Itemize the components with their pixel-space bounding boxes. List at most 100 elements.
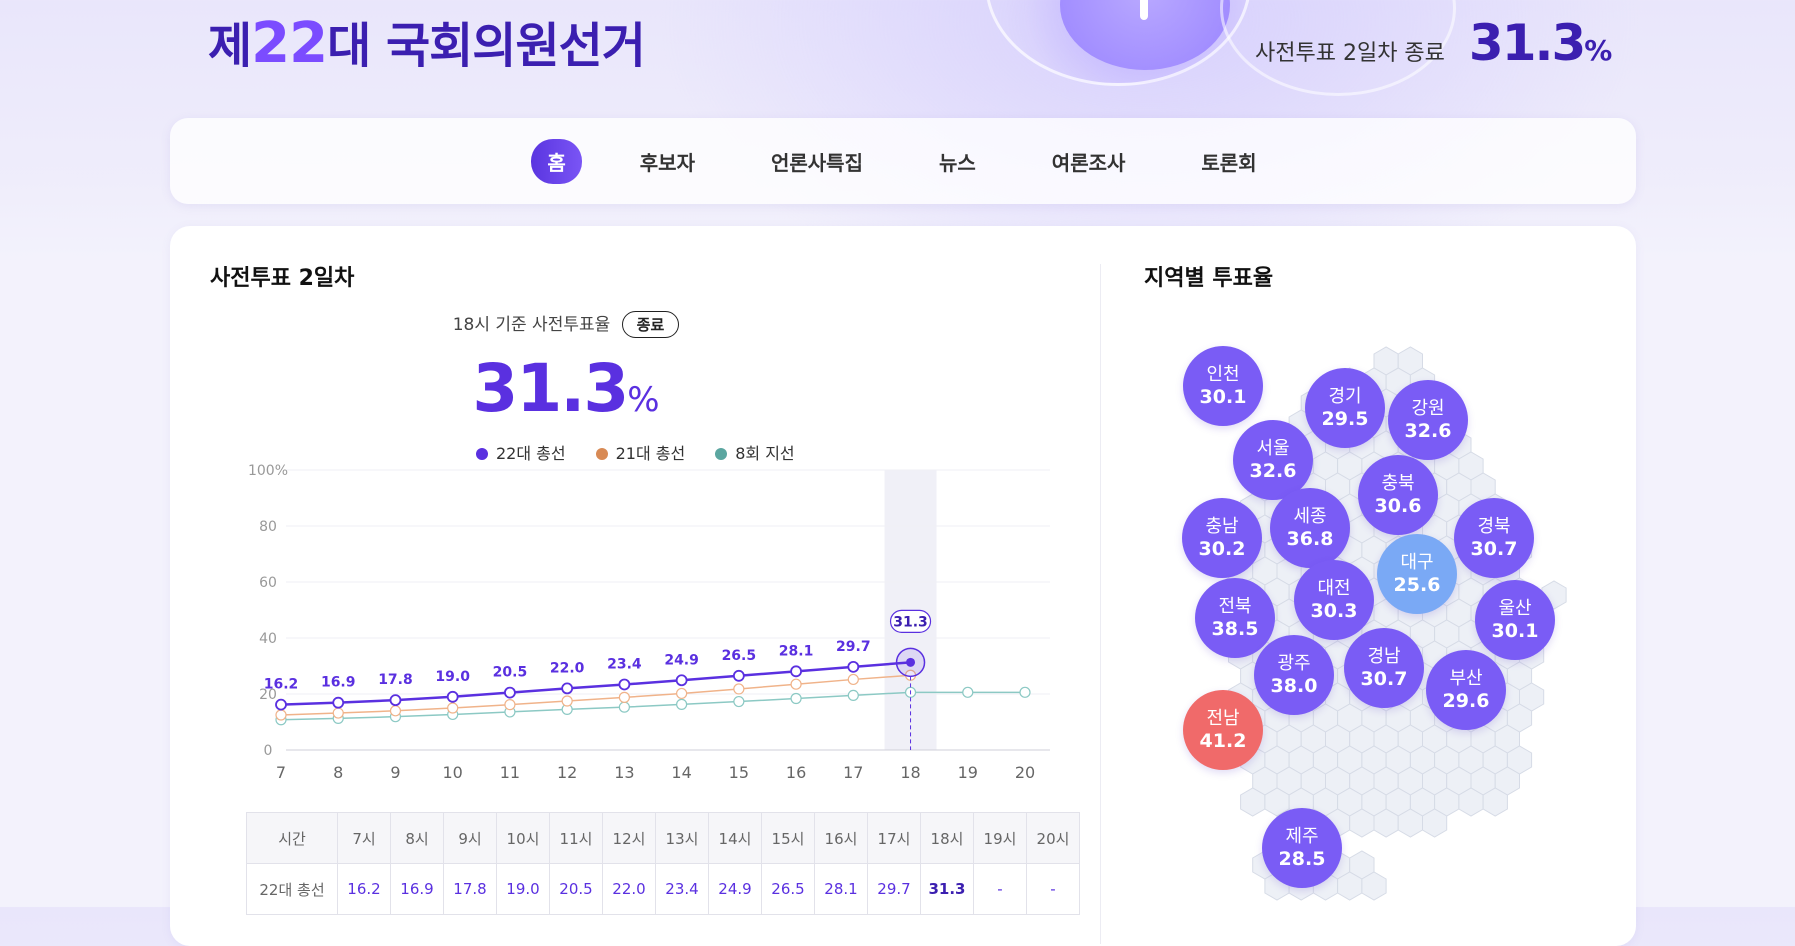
nav-item-debates[interactable]: 토론회 — [1183, 139, 1274, 184]
x-tick-label: 17 — [843, 763, 863, 782]
region-value: 30.2 — [1198, 538, 1246, 560]
region-value: 30.1 — [1491, 620, 1539, 642]
region-1[interactable]: 경기 29.5 — [1305, 368, 1385, 448]
region-12[interactable]: 경남 30.7 — [1344, 628, 1424, 708]
data-point — [847, 689, 859, 701]
data-point — [906, 657, 916, 667]
y-tick-label: 100% — [248, 463, 288, 479]
table-header-cell: 9시 — [443, 812, 497, 864]
table-header-cell: 12시 — [602, 812, 656, 864]
logo-suffix: 대 국회의원선거 — [327, 18, 646, 74]
nav-item-press-special[interactable]: 언론사특집 — [753, 139, 881, 184]
y-tick-label: 0 — [264, 743, 273, 759]
data-label: 17.8 — [378, 672, 413, 688]
region-value: 32.6 — [1404, 420, 1452, 442]
region-16[interactable]: 제주 28.5 — [1262, 808, 1342, 888]
y-tick-label: 80 — [259, 519, 277, 535]
turnout-value: 31.3 — [472, 350, 629, 427]
legend-dot — [715, 448, 728, 460]
table-header-cell: 10시 — [496, 812, 550, 864]
nav-item-home[interactable]: 홈 — [531, 138, 582, 184]
data-point — [733, 695, 745, 708]
series-line — [280, 661, 911, 706]
x-tick-label: 12 — [557, 763, 577, 782]
data-label: 24.9 — [664, 652, 699, 668]
table-header-cell: 17시 — [867, 812, 921, 864]
data-label: 23.4 — [607, 656, 642, 672]
region-name: 부산 — [1449, 668, 1483, 689]
data-point — [675, 674, 688, 687]
table-header-cell: 8시 — [390, 812, 444, 864]
subtitle-text: 18시 기준 사전투표율 — [452, 315, 611, 335]
data-point — [676, 698, 688, 710]
election-logo[interactable]: 제22대 국회의원선거 — [208, 6, 646, 76]
region-name: 대구 — [1400, 552, 1434, 573]
region-14[interactable]: 부산 29.6 — [1426, 650, 1506, 730]
turnout-section-title: 사전투표 2일차 — [210, 266, 355, 291]
data-point — [962, 686, 974, 698]
data-point — [275, 698, 287, 711]
region-10[interactable]: 전북 38.5 — [1195, 578, 1275, 658]
data-label-current: 31.3 — [893, 614, 928, 630]
data-point — [847, 660, 860, 673]
region-value: 25.6 — [1393, 574, 1441, 596]
x-tick-label: 16 — [786, 763, 806, 782]
data-point — [790, 665, 802, 678]
region-name: 제주 — [1285, 826, 1319, 847]
data-point — [446, 690, 459, 703]
region-5[interactable]: 세종 36.8 — [1270, 488, 1350, 568]
table-header-cell: 시간 — [246, 812, 338, 864]
x-tick-label: 11 — [500, 763, 520, 782]
x-tick-label: 15 — [729, 763, 749, 782]
data-point — [1019, 686, 1031, 698]
data-point — [504, 699, 516, 711]
legend-dot — [476, 448, 488, 460]
table-header-cell: 13시 — [655, 812, 709, 864]
y-tick-label: 60 — [259, 575, 277, 591]
table-header-cell: 20시 — [1026, 812, 1080, 864]
region-name: 경북 — [1477, 516, 1511, 537]
region-2[interactable]: 강원 32.6 — [1388, 380, 1468, 460]
region-13[interactable]: 광주 38.0 — [1254, 635, 1334, 715]
turnout-line-chart: 100%8060402007 8 9 10 11 12 13 14 15 16 17 18 19 2016… — [248, 463, 1050, 782]
header: 제22대 국회의원선거 사전투표 2일차 종료 31.3 % — [0, 0, 1795, 110]
summary-label: 사전투표 2일차 종료 — [1255, 41, 1445, 66]
data-label: 28.1 — [779, 643, 814, 659]
region-7[interactable]: 경북 30.7 — [1454, 498, 1534, 578]
region-15[interactable]: 전남 41.2 — [1183, 690, 1263, 770]
region-value: 36.8 — [1286, 528, 1334, 550]
data-point — [561, 682, 574, 695]
turnout-subtitle: 18시 기준 사전투표율 종료 — [356, 310, 776, 338]
region-6[interactable]: 충남 30.2 — [1182, 498, 1262, 578]
region-8[interactable]: 대구 25.6 — [1377, 534, 1457, 614]
y-tick-label: 40 — [259, 631, 277, 647]
nav-item-polls[interactable]: 여론조사 — [1034, 139, 1144, 184]
data-point — [389, 694, 402, 707]
region-name: 대전 — [1317, 578, 1351, 599]
region-name: 울산 — [1498, 598, 1532, 619]
nav-item-news[interactable]: 뉴스 — [921, 139, 994, 184]
table-header-cell: 16시 — [814, 812, 868, 864]
region-0[interactable]: 인천 30.1 — [1183, 346, 1263, 426]
x-tick-label: 14 — [671, 763, 691, 782]
logo-number: 22 — [251, 11, 328, 76]
nav-item-candidates[interactable]: 후보자 — [622, 139, 713, 184]
region-9[interactable]: 대전 30.3 — [1294, 560, 1374, 640]
region-11[interactable]: 울산 30.1 — [1475, 580, 1555, 660]
region-name: 강원 — [1411, 398, 1445, 419]
turnout-big-value: 31.3% — [356, 350, 776, 427]
data-point — [732, 669, 745, 682]
region-value: 30.1 — [1199, 386, 1247, 408]
region-value: 30.7 — [1360, 668, 1408, 690]
region-value: 32.6 — [1249, 460, 1297, 482]
region-4[interactable]: 충북 30.6 — [1358, 455, 1438, 535]
region-value: 29.5 — [1321, 408, 1369, 430]
data-label: 16.9 — [321, 675, 356, 691]
legend-dot — [595, 448, 608, 460]
x-tick-label: 8 — [333, 763, 343, 782]
turnout-unit: % — [627, 380, 660, 420]
region-value: 30.6 — [1374, 495, 1422, 517]
region-name: 충북 — [1381, 473, 1415, 494]
region-section-title: 지역별 투표율 — [1144, 266, 1274, 291]
table-header-cell: 18시 — [920, 812, 974, 864]
